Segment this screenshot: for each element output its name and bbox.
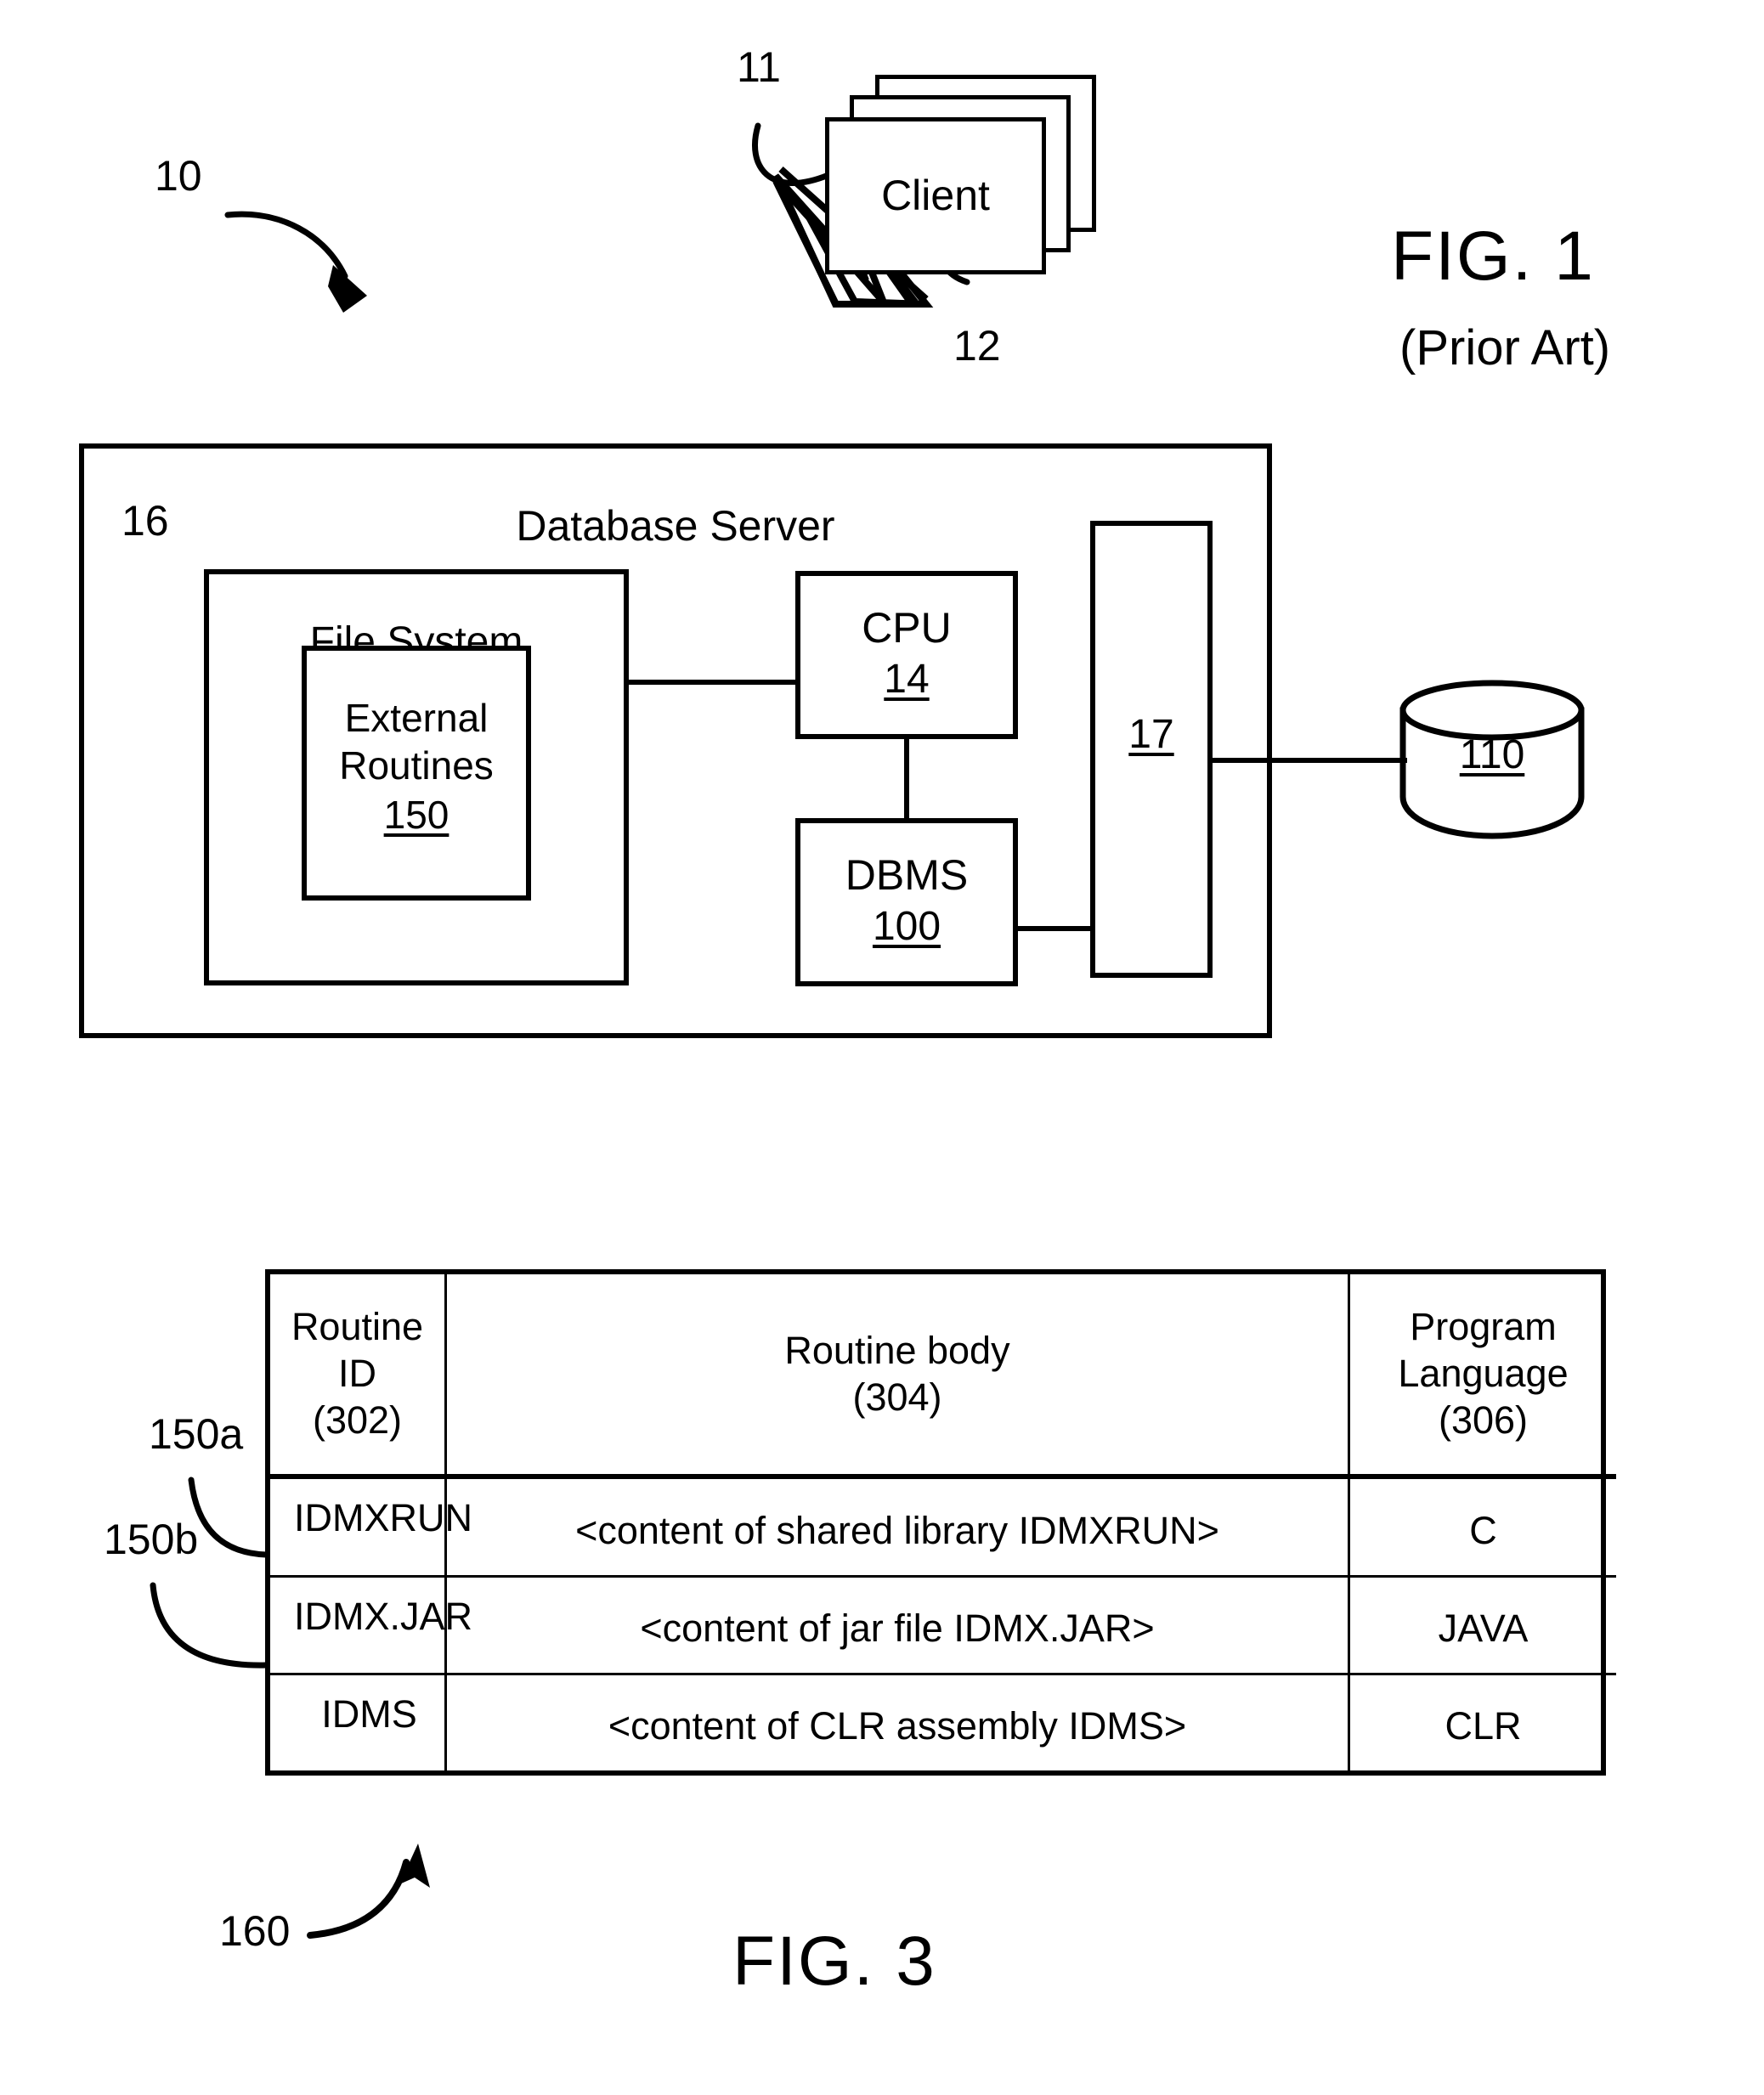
client-box: Client <box>825 117 1046 274</box>
table-row: IDMXRUN <content of shared library IDMXR… <box>270 1475 1616 1578</box>
cell-routine-body: <content of jar file IDMX.JAR> <box>444 1575 1350 1676</box>
leader-160-arrowhead <box>399 1844 430 1888</box>
cell-routine-body: <content of shared library IDMXRUN> <box>444 1475 1350 1578</box>
wire-filesystem-cpu <box>629 680 795 685</box>
column-header-routine-id-ref: (302) <box>312 1398 403 1443</box>
table-row: IDMX.JAR <content of jar file IDMX.JAR> … <box>270 1575 1616 1676</box>
patent-figure-sheet: 10 11 Client 12 Database Server 16 File … <box>0 0 1764 2095</box>
cell-routine-id: IDMS <box>270 1673 447 1770</box>
reference-numeral-16: 16 <box>122 497 169 545</box>
interface-box: 17 <box>1090 521 1213 978</box>
external-routines-label-line2: Routines <box>339 743 494 788</box>
column-header-routine-id-name: Routine ID <box>291 1305 424 1396</box>
cell-program-language: CLR <box>1348 1673 1616 1770</box>
routines-table: Routine ID (302) Routine body (304) Prog… <box>265 1269 1616 1776</box>
table-row: IDMS <content of CLR assembly IDMS> CLR <box>270 1673 1616 1770</box>
leader-10-arrowhead <box>328 265 367 313</box>
column-header-routine-body-ref: (304) <box>852 1375 942 1419</box>
table-header-row: Routine ID (302) Routine body (304) Prog… <box>270 1274 1616 1480</box>
figure1-title: FIG. 1 <box>1391 217 1595 295</box>
cell-routine-body: <content of CLR assembly IDMS> <box>444 1673 1350 1770</box>
dbms-number: 100 <box>872 904 941 949</box>
leader-150b <box>150 1582 269 1669</box>
column-header-routine-id: Routine ID (302) <box>270 1274 447 1480</box>
cell-routine-id: IDMXRUN <box>270 1475 472 1578</box>
line-art-overlay <box>110 122 1585 1939</box>
reference-numeral-150b: 150b <box>104 1516 199 1563</box>
leader-160 <box>307 1859 410 1939</box>
cell-program-language: C <box>1348 1475 1616 1578</box>
column-header-routine-body: Routine body (304) <box>444 1274 1350 1480</box>
cell-routine-id: IDMX.JAR <box>270 1575 472 1676</box>
cpu-label: CPU <box>862 604 952 652</box>
interface-number: 17 <box>1128 712 1174 757</box>
external-routines-label-line1: External <box>344 696 489 740</box>
leader-150a <box>188 1477 269 1558</box>
external-routines-box: External Routines 150 <box>302 646 531 901</box>
dbms-label: DBMS <box>845 851 969 899</box>
column-header-routine-body-name: Routine body <box>784 1328 1010 1372</box>
wire-dbms-interface <box>1015 926 1093 931</box>
external-routines-number: 150 <box>383 793 449 837</box>
wire-cpu-dbms <box>904 737 909 821</box>
reference-numeral-160: 160 <box>219 1907 291 1955</box>
figure1-subtitle: (Prior Art) <box>1399 320 1611 376</box>
leader-10 <box>224 211 348 280</box>
column-header-program-language-ref: (306) <box>1438 1398 1529 1443</box>
leader-11 <box>752 122 832 186</box>
reference-numeral-11: 11 <box>737 43 781 91</box>
cell-program-language: JAVA <box>1348 1575 1616 1676</box>
client-label: Client <box>881 172 990 219</box>
database-number: 110 <box>1459 732 1525 777</box>
reference-numeral-10: 10 <box>155 152 202 200</box>
reference-numeral-150a: 150a <box>149 1410 244 1458</box>
figure3-title: FIG. 3 <box>732 1923 936 2000</box>
column-header-program-language-line2: Language <box>1398 1352 1569 1396</box>
cpu-box: CPU 14 <box>795 571 1018 739</box>
reference-numeral-12: 12 <box>953 322 1001 370</box>
wire-interface-database <box>1210 758 1407 763</box>
cpu-number: 14 <box>884 657 930 702</box>
column-header-program-language: Program Language (306) <box>1348 1274 1616 1480</box>
dbms-box: DBMS 100 <box>795 818 1018 986</box>
column-header-program-language-line1: Program <box>1410 1305 1557 1349</box>
